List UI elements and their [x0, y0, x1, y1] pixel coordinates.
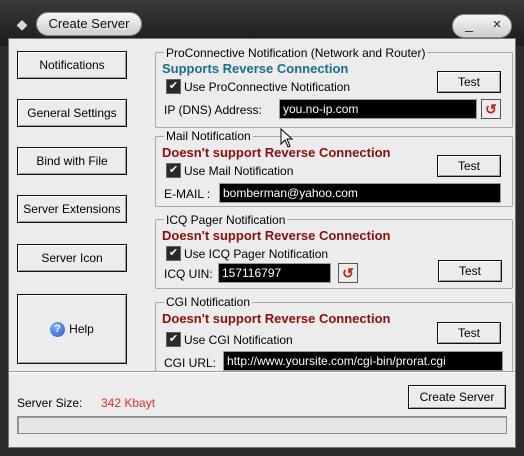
sidebar-item-general-settings[interactable]: General Settings	[17, 99, 127, 127]
cgi-url-field[interactable]: http://www.yoursite.com/cgi-bin/prorat.c…	[223, 351, 503, 371]
cgi-checkbox[interactable]: ✔	[166, 332, 181, 347]
email-field[interactable]: bomberman@yahoo.com	[219, 183, 501, 203]
cgi-url-label: CGI URL:	[164, 356, 217, 370]
refresh-icon[interactable]: ↺	[481, 99, 501, 119]
help-label: Help	[69, 322, 94, 336]
question-icon: ?	[50, 322, 66, 338]
build-progress-bar	[17, 416, 507, 434]
divider	[9, 371, 515, 373]
window-title: Create Server	[36, 12, 142, 36]
icq-test-button[interactable]: Test	[438, 260, 502, 282]
sidebar-item-notifications[interactable]: Notifications	[17, 51, 127, 79]
proconnective-checkbox[interactable]: ✔	[166, 79, 181, 94]
cgi-test-button[interactable]: Test	[437, 322, 501, 344]
proconnective-support-status: Supports Reverse Connection	[162, 61, 349, 76]
builder-icon[interactable]: ◆	[14, 16, 30, 32]
icq-checkbox[interactable]: ✔	[166, 246, 181, 261]
proconnective-title: ProConnective Notification (Network and …	[164, 46, 428, 60]
sidebar-item-server-icon[interactable]: Server Icon	[17, 244, 127, 272]
sidebar-item-server-extensions[interactable]: Server Extensions	[17, 195, 127, 223]
mail-test-button[interactable]: Test	[437, 155, 501, 177]
close-button[interactable]: ×	[486, 14, 508, 36]
refresh-icon[interactable]: ↺	[338, 263, 358, 283]
icq-title: ICQ Pager Notification	[164, 213, 288, 227]
minimize-button[interactable]: _	[458, 14, 480, 36]
mail-checkbox-label: Use Mail Notification	[184, 164, 294, 178]
mouse-cursor-icon	[280, 128, 294, 148]
server-size-label: Server Size:	[17, 396, 83, 410]
cgi-title: CGI Notification	[164, 295, 253, 309]
mail-title: Mail Notification	[164, 129, 253, 143]
icq-uin-label: ICQ UIN:	[164, 267, 213, 281]
icq-checkbox-label: Use ICQ Pager Notification	[184, 247, 329, 261]
ip-address-label: IP (DNS) Address:	[164, 103, 262, 117]
ip-address-field[interactable]: you.no-ip.com	[279, 99, 477, 119]
email-label: E-MAIL :	[164, 187, 211, 201]
mail-checkbox[interactable]: ✔	[166, 163, 181, 178]
icq-support-status: Doesn't support Reverse Connection	[162, 228, 391, 243]
cgi-support-status: Doesn't support Reverse Connection	[162, 311, 391, 326]
sidebar-item-bind-with-file[interactable]: Bind with File	[17, 147, 127, 175]
mail-support-status: Doesn't support Reverse Connection	[162, 145, 391, 160]
help-button[interactable]: ? Help	[17, 294, 127, 364]
server-size-value: 342 Kbayt	[101, 396, 156, 410]
proconnective-test-button[interactable]: Test	[437, 71, 501, 93]
create-server-button[interactable]: Create Server	[408, 385, 506, 409]
main-panel: Notifications General Settings Bind with…	[8, 38, 516, 448]
cgi-checkbox-label: Use CGI Notification	[184, 333, 293, 347]
icq-uin-field[interactable]: 157116797	[218, 263, 331, 283]
proconnective-checkbox-label: Use ProConnective Notification	[184, 80, 351, 94]
